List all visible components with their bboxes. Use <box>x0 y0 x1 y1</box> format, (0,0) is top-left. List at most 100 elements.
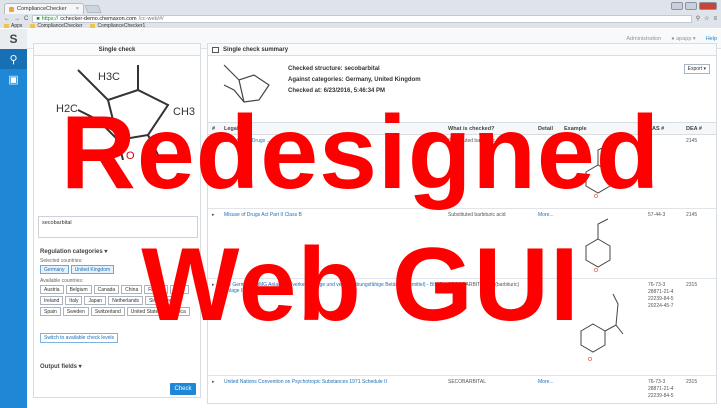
results-header: # Legal What is checked? Detail Example … <box>208 122 716 135</box>
expand-icon[interactable]: ▸ <box>212 212 218 218</box>
table-icon <box>212 46 219 53</box>
country-chip[interactable]: Austria <box>40 285 64 294</box>
col-dea[interactable]: DEA # <box>686 126 702 132</box>
country-chip[interactable]: France <box>144 285 168 294</box>
star-icon[interactable]: ☆ <box>704 15 709 22</box>
dea-number: 2315 <box>686 379 698 385</box>
country-chip[interactable]: India <box>169 285 189 294</box>
expand-icon[interactable]: ▸ <box>212 282 218 288</box>
favicon-icon <box>9 6 14 12</box>
example-structure-image: O <box>580 293 624 363</box>
window-controls <box>671 2 717 10</box>
country-chip[interactable]: Spain <box>40 307 61 316</box>
tab-title: ComplianceChecker <box>17 6 67 12</box>
country-chip[interactable]: Belgium <box>65 285 92 294</box>
structure-editor[interactable]: H3C H2C CH3 O <box>38 60 198 160</box>
table-row[interactable]: ▸ DE Germany BtMG Anlage III (verkehrsfä… <box>208 279 716 376</box>
expand-icon[interactable]: ▸ <box>212 138 218 144</box>
selected-label: Selected countries: <box>40 258 83 264</box>
menu-icon[interactable]: ≡ <box>713 16 717 22</box>
atom-label: CH3 <box>173 106 195 118</box>
what-checked: SECOBARBITAL <box>448 379 486 385</box>
url-scheme: https:// <box>41 15 59 22</box>
forward-icon[interactable]: → <box>14 16 20 22</box>
cas-number: 76-73-3 28871-21-4 22239-84-5 20224-45-7 <box>648 282 674 309</box>
country-chip[interactable]: United States of America <box>126 307 190 316</box>
folder-icon <box>30 23 36 28</box>
close-window-button[interactable] <box>699 2 717 10</box>
new-tab-button[interactable] <box>84 5 102 13</box>
svg-text:O: O <box>594 268 598 274</box>
available-label: Available countries: <box>40 278 84 284</box>
table-row[interactable]: ▸ United Nations Convention on Psychotro… <box>208 376 716 403</box>
what-checked: Substituted barbituric acid <box>448 212 506 218</box>
compound-name-input[interactable]: secobarbital <box>38 216 198 238</box>
table-row[interactable]: ▸ Schedule of Drugs ... Schedule II Subs… <box>208 135 716 209</box>
check-button[interactable]: Check <box>170 383 196 395</box>
col-cas[interactable]: CAS # <box>648 126 664 132</box>
country-chip[interactable]: Germany <box>40 265 69 274</box>
country-chip[interactable]: Switzerland <box>90 307 125 316</box>
user-icon: ● <box>671 35 675 42</box>
available-countries: Austria Belgium Canada China France Indi… <box>40 285 198 316</box>
browser-chrome: ComplianceChecker × ← → C ■ https://cche… <box>0 0 721 29</box>
folder-icon <box>90 23 96 28</box>
checked-at: Checked at: 6/23/2016, 5:46:34 PM <box>288 88 386 94</box>
against-categories: Against categories: Germany, United King… <box>288 77 421 83</box>
apps-icon <box>4 23 9 28</box>
maximize-button[interactable] <box>685 2 697 10</box>
app-logo-icon[interactable]: S <box>0 29 27 49</box>
checked-structure-image <box>223 64 270 103</box>
regulation-title[interactable]: Regulation categories ▾ <box>40 248 107 255</box>
law-link[interactable]: Misuse of Drugs Act Part II Class B <box>224 212 444 218</box>
expand-icon[interactable]: ▸ <box>212 379 218 385</box>
user-menu[interactable]: ● apapp ▾ <box>671 36 695 42</box>
col-detail[interactable]: Detail <box>538 126 553 132</box>
col-legal[interactable]: Legal <box>224 126 238 132</box>
bookmark-cc1[interactable]: ComplianceChecker1 <box>90 23 145 29</box>
table-row[interactable]: ▸ Misuse of Drugs Act Part II Class B Su… <box>208 209 716 279</box>
country-chip[interactable]: Sweden <box>62 307 89 316</box>
minimize-button[interactable] <box>671 2 683 10</box>
zoom-icon[interactable]: ⚲ <box>696 15 700 22</box>
country-chip[interactable]: Japan <box>84 296 107 305</box>
output-fields-toggle[interactable]: Output fields ▾ <box>40 363 82 370</box>
country-chip[interactable]: Netherlands <box>108 296 144 305</box>
more-link[interactable]: More... <box>538 212 554 218</box>
col-what[interactable]: What is checked? <box>448 126 494 132</box>
country-chip[interactable]: Ireland <box>40 296 64 305</box>
back-icon[interactable]: ← <box>4 16 10 22</box>
what-checked: Substituted barbituric acid <box>448 138 506 144</box>
bookmark-apps[interactable]: Apps <box>4 23 22 29</box>
search-icon[interactable]: ⚲ <box>0 49 27 69</box>
country-chip[interactable]: Canada <box>93 285 120 294</box>
example-structure-image: O <box>585 218 611 274</box>
bookmark-cc[interactable]: ComplianceChecker <box>30 23 82 29</box>
single-check-panel: Single check H3C H2C CH3 O secobarbital … <box>33 43 201 398</box>
export-dropdown[interactable]: Export ▾ <box>683 64 710 74</box>
document-icon[interactable]: ▣ <box>0 69 27 89</box>
dea-number: 2145 <box>686 212 698 218</box>
what-checked: SECOBARBITAL 2-yl(barbituric) <box>448 282 520 288</box>
dea-number: 2145 <box>686 138 698 144</box>
country-chip[interactable]: China <box>121 285 143 294</box>
svg-text:O: O <box>588 357 592 363</box>
col-example[interactable]: Example <box>564 126 587 132</box>
help-link[interactable]: Help <box>706 36 717 42</box>
country-chip[interactable]: United Kingdom <box>70 265 115 274</box>
country-chip[interactable]: Italy <box>65 296 83 305</box>
country-chip[interactable]: Singapore <box>145 296 176 305</box>
law-link[interactable]: Schedule of Drugs ... Schedule II <box>224 138 444 144</box>
checked-info: Checked structure: secobarbital Against … <box>288 64 421 97</box>
more-link[interactable]: More... <box>538 379 554 385</box>
law-link[interactable]: United Nations Convention on Psychotropi… <box>224 379 444 385</box>
reload-icon[interactable]: C <box>24 16 28 22</box>
col-expand: # <box>212 126 216 132</box>
law-link[interactable]: DE Germany BtMG Anlage III (verkehrsfähi… <box>224 282 444 294</box>
summary-header: Single check summary <box>208 44 716 56</box>
switch-check-levels-button[interactable]: Switch to available check levels <box>40 333 119 343</box>
admin-link[interactable]: Administration <box>626 36 661 42</box>
tab-close-icon[interactable]: × <box>76 6 79 12</box>
svg-text:O: O <box>594 194 598 200</box>
browser-tab[interactable]: ComplianceChecker × <box>4 3 84 14</box>
